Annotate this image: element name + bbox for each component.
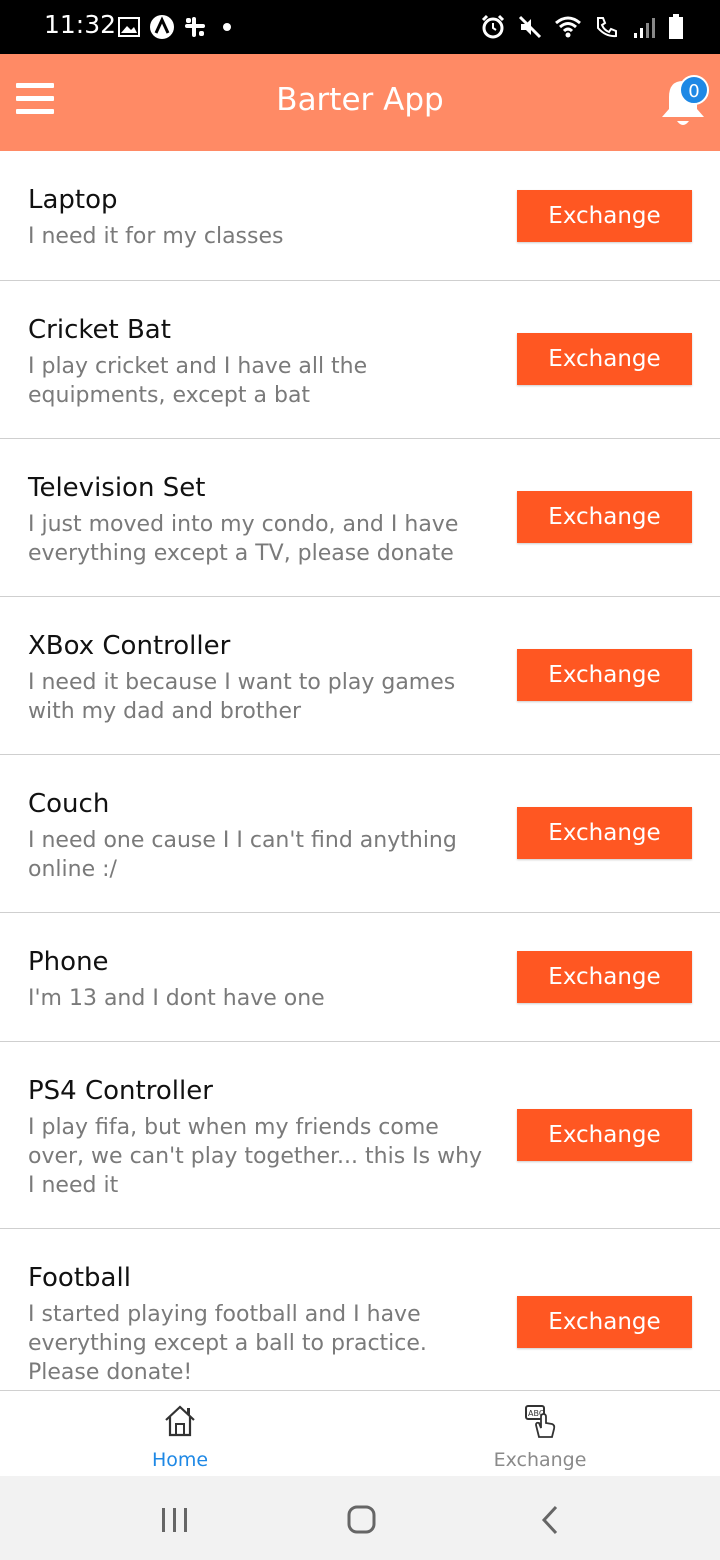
mute-icon [518, 15, 542, 39]
item-list: Laptop I need it for my classes Exchange… [0, 151, 720, 1392]
status-icons-right [480, 10, 684, 44]
battery-icon [669, 14, 683, 39]
exchange-button[interactable]: Exchange [517, 333, 692, 385]
exchange-icon: ABC [525, 1405, 556, 1438]
exchange-button[interactable]: Exchange [517, 1109, 692, 1161]
item-description: I started playing football and I have ev… [28, 1302, 427, 1385]
item-title: Phone [28, 947, 109, 977]
status-time: 11:32 [44, 10, 117, 39]
list-item: Phone I'm 13 and I dont have one Exchang… [0, 913, 720, 1042]
item-title: PS4 Controller [28, 1076, 213, 1106]
item-description: I need it for my classes [28, 224, 284, 249]
exchange-button[interactable]: Exchange [517, 951, 692, 1003]
item-description: I play cricket and I have all the equipm… [28, 354, 368, 408]
list-item: Football I started playing football and … [0, 1229, 720, 1392]
item-title: Television Set [28, 473, 206, 503]
item-description: I play fifa, but when my friends come ov… [28, 1115, 483, 1198]
home-button[interactable] [331, 1498, 391, 1542]
status-bar: 11:32 [0, 0, 720, 54]
home-icon [165, 1405, 195, 1437]
tab-exchange[interactable]: ABC Exchange [360, 1391, 720, 1477]
call-signal-icon [597, 17, 617, 38]
signal-bars-icon [634, 18, 655, 38]
system-nav-bar [0, 1476, 720, 1560]
item-title: Laptop [28, 185, 118, 215]
item-title: Couch [28, 789, 110, 819]
wifi-icon [555, 16, 581, 38]
list-item: Couch I need one cause I I can't find an… [0, 755, 720, 913]
exchange-button[interactable]: Exchange [517, 649, 692, 701]
exchange-button[interactable]: Exchange [517, 491, 692, 543]
app-a-icon [150, 15, 174, 39]
tab-home-label: Home [151, 1449, 209, 1471]
recents-button[interactable] [145, 1498, 205, 1542]
item-title: Football [28, 1263, 131, 1293]
exchange-button[interactable]: Exchange [517, 1296, 692, 1348]
list-item: PS4 Controller I play fifa, but when my … [0, 1042, 720, 1229]
list-item: XBox Controller I need it because I want… [0, 597, 720, 755]
list-item: Cricket Bat I play cricket and I have al… [0, 281, 720, 439]
list-item: Television Set I just moved into my cond… [0, 439, 720, 597]
bottom-tab-bar: Home ABC Exchange [0, 1390, 720, 1477]
slack-icon [185, 17, 205, 37]
image-icon [118, 17, 140, 37]
item-description: I just moved into my condo, and I have e… [28, 512, 459, 566]
item-description: I need one cause I I can't find anything… [28, 828, 457, 882]
tab-home[interactable]: Home [0, 1391, 360, 1477]
dot-icon [223, 23, 231, 31]
app-header: Barter App [0, 54, 720, 151]
list-item: Laptop I need it for my classes Exchange [0, 151, 720, 281]
exchange-button[interactable]: Exchange [517, 190, 692, 242]
exchange-button[interactable]: Exchange [517, 807, 692, 859]
tab-exchange-label: Exchange [493, 1449, 587, 1471]
item-title: Cricket Bat [28, 315, 171, 345]
item-title: XBox Controller [28, 631, 231, 661]
back-button[interactable] [520, 1498, 580, 1542]
notification-badge[interactable]: 0 [679, 75, 709, 105]
item-description: I'm 13 and I dont have one [28, 986, 325, 1011]
alarm-icon [481, 14, 505, 39]
page-title: Barter App [276, 82, 444, 118]
item-description: I need it because I want to play games w… [28, 670, 456, 724]
